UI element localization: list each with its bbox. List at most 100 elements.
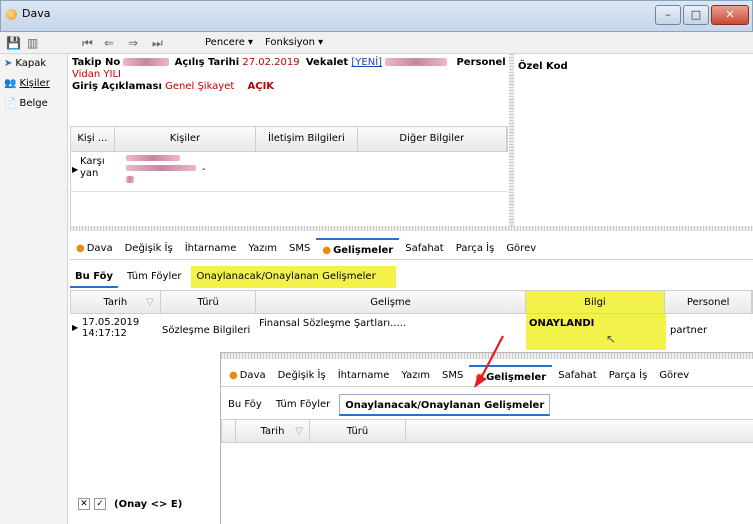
nav-belge[interactable]: 📄 Belge — [4, 98, 48, 109]
col-iletisim[interactable]: İletişim Bilgileri — [256, 127, 358, 151]
vekalet-label: Vekalet — [305, 57, 349, 68]
sub-tabs: Bu Föy Tüm Föyler Onaylanacak/Onaylanan … — [70, 266, 396, 288]
col-tarih-label: Tarih — [103, 297, 128, 308]
menu-fonksiyon[interactable]: Fonksiyon ▾ — [265, 37, 323, 48]
overlay-subtab-tum-foyler[interactable]: Tüm Föyler — [271, 394, 335, 416]
takip-no-value-blurred — [123, 58, 170, 66]
next-record-icon[interactable]: ⇒ — [128, 36, 138, 50]
col-kisiler[interactable]: Kişiler — [115, 127, 257, 151]
overlay-col-turu[interactable]: Türü — [310, 420, 406, 442]
overlay-tab-6[interactable]: Safahat — [552, 365, 603, 387]
cell-gelisme: Finansal Sözleşme Şartları..... — [259, 318, 407, 329]
overlay-tab-0[interactable]: ● Dava — [223, 365, 272, 387]
main-tab-label: Yazım — [248, 243, 277, 254]
arrow-line — [479, 335, 504, 381]
row-label-2: yan — [80, 168, 99, 179]
mouse-cursor-icon: ↖ — [606, 332, 617, 346]
col-bilgi[interactable]: Bilgi — [525, 291, 666, 313]
grid-left-border — [70, 126, 71, 226]
overlay-grid-header: Tarih ▽ Türü — [221, 419, 753, 443]
overlay-sub-tabs: Bu Föy Tüm Föyler Onaylanacak/Onaylanan … — [223, 394, 551, 416]
document-icon: 📄 — [4, 98, 17, 109]
main-tab-3[interactable]: Yazım — [242, 238, 283, 260]
main-tab-7[interactable]: Parça İş — [450, 238, 501, 260]
arrow-head — [474, 374, 487, 388]
people-icon: 👥 — [4, 78, 17, 89]
row-label-1: Karşı — [80, 156, 105, 167]
overlay-tab-4[interactable]: SMS — [436, 365, 469, 387]
first-record-icon[interactable]: ⏮ — [82, 36, 93, 51]
cell-bilgi: ONAYLANDI — [529, 318, 595, 329]
main-tab-label: Safahat — [405, 243, 444, 254]
main-tab-4[interactable]: SMS — [283, 238, 316, 260]
ozel-kod-label: Özel Kod — [518, 61, 568, 72]
vekalet-link[interactable]: [YENİ] — [351, 57, 382, 68]
filter-text[interactable]: (Onay <> E) — [114, 499, 182, 510]
main-tab-6[interactable]: Safahat — [399, 238, 450, 260]
main-tab-0[interactable]: ● Dava — [70, 238, 119, 260]
filter-icon[interactable]: ▽ — [146, 291, 154, 315]
overlay-tab-label: Yazım — [401, 370, 430, 381]
overlay-col-rest — [406, 420, 753, 442]
header-line-3: Giriş Açıklaması Genel Şikayet AÇIK — [72, 81, 274, 92]
col-gelisme[interactable]: Gelişme — [256, 291, 526, 313]
main-tab-5[interactable]: ● Gelişmeler — [316, 238, 400, 260]
main-tab-8[interactable]: Görev — [500, 238, 542, 260]
title-bar[interactable] — [0, 0, 753, 32]
save-icon[interactable]: 💾 — [6, 36, 21, 50]
prev-record-icon[interactable]: ⇐ — [104, 36, 114, 50]
horizontal-splitter[interactable] — [70, 226, 753, 231]
person-address-blurred — [126, 165, 196, 171]
overlay-tab-2[interactable]: İhtarname — [332, 365, 396, 387]
overlay-col-tarih[interactable]: Tarih ▽ — [236, 420, 310, 442]
delete-icon[interactable]: ▥ — [27, 36, 38, 50]
overlay-filter-icon[interactable]: ▽ — [295, 420, 303, 444]
nav-kisiler[interactable]: 👥 Kişiler — [4, 78, 50, 89]
col-kisi[interactable]: Kişi ... — [71, 127, 115, 151]
menu-pencere[interactable]: Pencere ▾ — [205, 37, 253, 48]
col-turu[interactable]: Türü — [161, 291, 257, 313]
overlay-tab-3[interactable]: Yazım — [395, 365, 436, 387]
main-grid-header: Tarih ▽ Türü Gelişme Bilgi Personel — [70, 290, 753, 314]
persons-row[interactable]: ▶ Karşı yan - — [70, 152, 508, 192]
col-diger[interactable]: Diğer Bilgiler — [358, 127, 507, 151]
minimize-button[interactable]: – — [655, 5, 681, 25]
overlay-tab-label: Dava — [239, 370, 266, 381]
overlay-subtab-onaylanacak[interactable]: Onaylanacak/Onaylanan Gelişmeler — [339, 394, 551, 416]
person-extra-blurred — [126, 176, 134, 183]
close-button[interactable]: ✕ — [711, 5, 749, 25]
main-tab-2[interactable]: İhtarname — [179, 238, 243, 260]
table-row[interactable]: ▶ 17.05.2019 14:17:12 Sözleşme Bilgileri… — [70, 314, 753, 350]
vekalet-value-blurred — [385, 58, 448, 66]
overlay-tab-1[interactable]: Değişik İş — [272, 365, 332, 387]
filter-clear-icon[interactable]: ✕ — [78, 498, 90, 510]
row-indicator-icon: ▶ — [72, 165, 79, 174]
main-tab-label: Görev — [506, 243, 537, 254]
overlay-tab-7[interactable]: Parça İş — [603, 365, 654, 387]
overlay-tab-8[interactable]: Görev — [653, 365, 695, 387]
main-tab-label: Değişik İş — [124, 243, 173, 254]
vertical-splitter[interactable] — [509, 54, 514, 226]
person-name-blurred — [126, 155, 180, 161]
personel-label: Personel — [456, 57, 506, 68]
overlay-col-indicator — [222, 420, 236, 442]
maximize-button[interactable]: □ — [683, 5, 709, 25]
col-tarih[interactable]: Tarih ▽ — [71, 291, 161, 313]
persons-grid-header: Kişi ... Kişiler İletişim Bilgileri Diğe… — [70, 126, 508, 152]
main-tab-label: Gelişmeler — [333, 245, 394, 256]
subtab-onaylanacak[interactable]: Onaylanacak/Onaylanan Gelişmeler — [190, 266, 396, 288]
main-tab-1[interactable]: Değişik İş — [119, 238, 179, 260]
overlay-subtab-bu-foy[interactable]: Bu Föy — [223, 394, 267, 416]
nav-kapak-label: Kapak — [15, 58, 47, 69]
subtab-tum-foyler[interactable]: Tüm Föyler — [122, 266, 186, 288]
personel-name: Vidan YILI — [72, 69, 121, 80]
subtab-bu-foy[interactable]: Bu Föy — [70, 266, 119, 288]
filter-bar: ✕ ✓ (Onay <> E) — [78, 498, 182, 510]
overlay-tab-label: Görev — [659, 370, 690, 381]
filter-checkbox[interactable]: ✓ — [94, 498, 106, 510]
overlay-tabs: ●DavaDeğişik İşİhtarnameYazımSMS●Gelişme… — [223, 363, 695, 387]
col-personel[interactable]: Personel — [665, 291, 752, 313]
nav-kapak[interactable]: ➤ Kapak — [4, 58, 46, 69]
last-record-icon[interactable]: ⏭ — [152, 36, 163, 51]
main-tab-label: Dava — [86, 243, 113, 254]
